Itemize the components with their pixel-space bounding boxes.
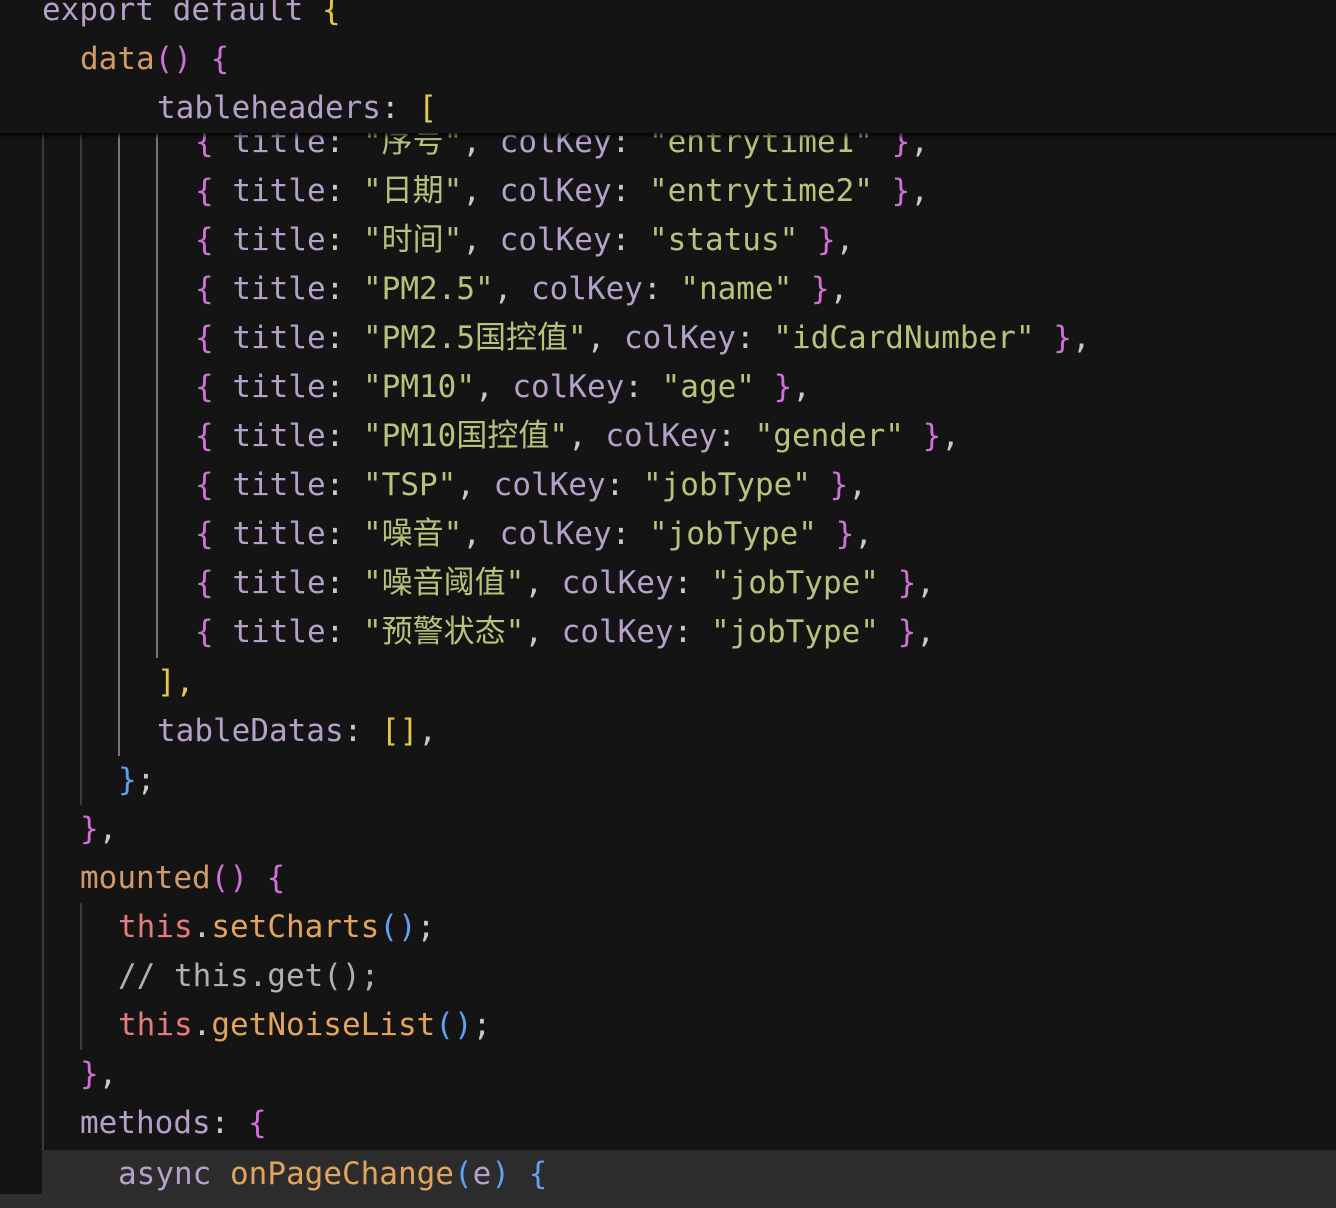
- title-value: "噪音阈值": [363, 565, 525, 601]
- set-charts-call: setCharts: [211, 909, 380, 945]
- colkey-key: colKey: [561, 614, 674, 650]
- title-value: "日期": [363, 173, 463, 209]
- colkey-key: colKey: [561, 565, 674, 601]
- colkey-value: "jobType": [648, 516, 817, 552]
- colkey-value: "entrytime2": [648, 173, 873, 209]
- code-line: // this.get();: [0, 952, 1336, 1001]
- code-line: };: [118, 762, 156, 798]
- sticky-line[interactable]: tableheaders: [: [0, 84, 1336, 133]
- code-line: ],: [0, 658, 1336, 707]
- current-line[interactable]: async onPageChange(e) {: [42, 1150, 1336, 1199]
- colkey-key: colKey: [493, 467, 606, 503]
- methods-key: methods: [80, 1105, 211, 1141]
- title-key: title: [232, 271, 326, 307]
- title-value: "PM10": [363, 369, 475, 405]
- tabledatas-value: []: [380, 713, 419, 749]
- title-value: "TSP": [363, 467, 457, 503]
- title-value: "PM2.5": [363, 271, 494, 307]
- table-header-entry: { title: "PM10国控值", colKey: "gender" },: [195, 418, 960, 454]
- comment: // this.get();: [118, 958, 380, 994]
- tableheaders-key: tableheaders: [157, 90, 381, 126]
- colkey-value: "name": [680, 271, 793, 307]
- table-header-entry: { title: "噪音阈值", colKey: "jobType" },: [195, 565, 935, 601]
- title-key: title: [232, 222, 326, 258]
- title-key: title: [232, 369, 326, 405]
- tabledatas-key: tableDatas: [157, 713, 344, 749]
- table-header-entry: { title: "噪音", colKey: "jobType" },: [195, 516, 873, 552]
- table-header-entry: { title: "时间", colKey: "status" },: [195, 222, 855, 258]
- title-value: "PM10国控值": [363, 418, 568, 454]
- get-noise-list-call: getNoiseList: [211, 1007, 436, 1043]
- colkey-value: "jobType": [642, 467, 811, 503]
- colkey-value: "jobType": [710, 565, 879, 601]
- code-line: },: [80, 1056, 118, 1092]
- table-header-entry: { title: "日期", colKey: "entrytime2" },: [195, 173, 929, 209]
- title-key: title: [232, 516, 326, 552]
- close-bracket: ],: [157, 664, 195, 700]
- data-function: data: [80, 41, 155, 77]
- colkey-value: "status": [648, 222, 799, 258]
- code-line: tableDatas: [],: [157, 713, 437, 749]
- title-key: title: [232, 565, 326, 601]
- table-header-entry: { title: "PM2.5国控值", colKey: "idCardNumb…: [195, 320, 1091, 356]
- title-key: title: [232, 320, 326, 356]
- colkey-value: "age": [661, 369, 755, 405]
- colkey-key: colKey: [499, 173, 612, 209]
- code-line: },: [80, 811, 118, 847]
- table-header-entry: { title: "PM10", colKey: "age" },: [195, 369, 811, 405]
- sticky-line[interactable]: export default {: [0, 0, 1336, 35]
- code-line: this.setCharts();: [118, 909, 436, 945]
- title-value: "噪音": [363, 516, 463, 552]
- sticky-scroll-header[interactable]: export default { data() { tableheaders: …: [0, 0, 1336, 133]
- title-key: title: [232, 173, 326, 209]
- colkey-value: "jobType": [710, 614, 879, 650]
- colkey-value: "idCardNumber": [773, 320, 1035, 356]
- horizontal-scrollbar[interactable]: [0, 1194, 1336, 1208]
- default-keyword: default: [172, 0, 304, 28]
- colkey-key: colKey: [512, 369, 625, 405]
- sticky-line[interactable]: data() {: [0, 35, 1336, 84]
- on-page-change-function: onPageChange: [230, 1156, 454, 1192]
- table-header-entry: { title: "TSP", colKey: "jobType" },: [195, 467, 867, 503]
- title-key: title: [232, 418, 326, 454]
- export-keyword: export: [42, 0, 154, 28]
- colkey-key: colKey: [623, 320, 736, 356]
- colkey-key: colKey: [499, 516, 612, 552]
- title-value: "时间": [363, 222, 463, 258]
- code-line: methods: {: [80, 1105, 267, 1141]
- colkey-key: colKey: [530, 271, 643, 307]
- title-value: "PM2.5国控值": [363, 320, 587, 356]
- title-value: "预警状态": [363, 614, 525, 650]
- colkey-value: "gender": [754, 418, 904, 454]
- title-key: title: [232, 614, 326, 650]
- mounted-function: mounted: [80, 860, 211, 896]
- code-line: mounted() {: [80, 860, 286, 896]
- table-header-entry: { title: "PM2.5", colKey: "name" },: [195, 271, 849, 307]
- code-editor[interactable]: { title: "序号", colKey: "entrytime1" },{ …: [0, 0, 1336, 1208]
- async-keyword: async: [118, 1156, 212, 1192]
- colkey-key: colKey: [605, 418, 718, 454]
- code-line: this.getNoiseList();: [118, 1007, 492, 1043]
- title-key: title: [232, 467, 326, 503]
- table-header-entry: { title: "预警状态", colKey: "jobType" },: [195, 614, 935, 650]
- colkey-key: colKey: [499, 222, 612, 258]
